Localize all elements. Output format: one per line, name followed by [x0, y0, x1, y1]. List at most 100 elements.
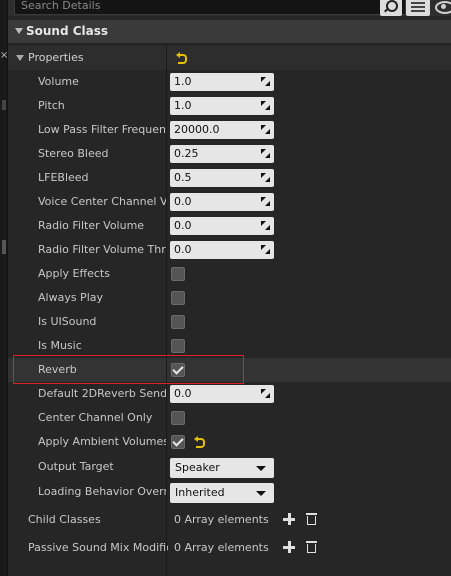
array-count: 0 Array elements: [174, 541, 269, 554]
property-row-low-pass-filter-frequency: Low Pass Filter Frequency 20000.0: [8, 118, 451, 142]
drag-handle-icon[interactable]: [261, 245, 270, 254]
drag-handle-icon[interactable]: [261, 77, 270, 86]
category-header-sound-class[interactable]: Sound Class: [8, 20, 451, 44]
property-name: Center Channel Only: [38, 411, 153, 424]
add-element-icon[interactable]: [283, 513, 295, 525]
drag-handle-icon[interactable]: [261, 101, 270, 110]
drag-handle-icon[interactable]: [261, 149, 270, 158]
property-name: Child Classes: [28, 513, 101, 526]
numeric-value: 0.0: [174, 387, 192, 400]
checkbox[interactable]: [171, 291, 185, 305]
property-name: Loading Behavior Override: [38, 485, 166, 498]
property-row-lfebleed: LFEBleed 0.5: [8, 166, 451, 190]
property-name: Stereo Bleed: [38, 147, 109, 160]
left-panel-edge: ×: [0, 0, 8, 576]
property-name: Is UISound: [38, 315, 97, 328]
drag-handle-icon[interactable]: [261, 173, 270, 182]
property-name: Always Play: [38, 291, 103, 304]
property-name: Is Music: [38, 339, 82, 352]
numeric-value: 0.0: [174, 219, 192, 232]
add-element-icon[interactable]: [283, 541, 295, 553]
numeric-field[interactable]: 0.0: [170, 193, 274, 211]
property-row-is-uisound: Is UISound: [8, 310, 451, 334]
dropdown[interactable]: Inherited: [170, 483, 274, 503]
property-row-radio-filter-volume-threshold: Radio Filter Volume Threshold 0.0: [8, 238, 451, 262]
property-name: Voice Center Channel Volume: [38, 195, 166, 208]
numeric-value: 0.0: [174, 195, 192, 208]
view-options-icon[interactable]: [406, 0, 430, 16]
property-row-loading-behavior-override: Loading Behavior Override Inherited: [8, 480, 451, 504]
property-row-apply-effects: Apply Effects: [8, 262, 451, 286]
drag-handle-icon[interactable]: [261, 221, 270, 230]
numeric-value: 0.5: [174, 171, 192, 184]
details-toolbar: Search Details: [8, 0, 451, 16]
property-name: Volume: [38, 75, 79, 88]
property-row-default-2dreverb-send-amount: Default 2DReverb Send Amount 0.0: [8, 382, 451, 406]
property-row-output-target: Output Target Speaker: [8, 455, 451, 479]
collapse-arrow-icon[interactable]: [15, 28, 23, 34]
left-edge-marker: [2, 100, 6, 110]
checkbox[interactable]: [171, 339, 185, 353]
array-count: 0 Array elements: [174, 513, 269, 526]
properties-group-label: Properties: [28, 51, 84, 64]
property-name: Pitch: [38, 99, 65, 112]
property-name: LFEBleed: [38, 171, 89, 184]
property-name: Default 2DReverb Send Amount: [38, 387, 166, 400]
numeric-value: 1.0: [174, 99, 192, 112]
expand-arrow-icon[interactable]: [16, 55, 24, 61]
checkbox[interactable]: [171, 267, 185, 281]
checkbox[interactable]: [171, 315, 185, 329]
property-name: Apply Ambient Volumes: [38, 435, 166, 448]
dropdown-value: Speaker: [175, 461, 220, 474]
numeric-field[interactable]: 0.25: [170, 145, 274, 163]
reset-to-default-icon[interactable]: [176, 52, 188, 64]
property-row-volume: Volume 1.0: [8, 70, 451, 94]
eye-icon[interactable]: [434, 0, 451, 16]
property-row-stereo-bleed: Stereo Bleed 0.25: [8, 142, 451, 166]
property-row-voice-center-channel-volume: Voice Center Channel Volume 0.0: [8, 190, 451, 214]
dropdown-value: Inherited: [175, 486, 225, 499]
chevron-down-icon: [256, 466, 266, 471]
numeric-field[interactable]: 1.0: [170, 97, 274, 115]
search-placeholder: Search Details: [21, 0, 101, 12]
property-name: Passive Sound Mix Modifiers: [28, 541, 168, 554]
dropdown[interactable]: Speaker: [170, 458, 274, 478]
child-classes-row: Child Classes 0 Array elements: [8, 508, 451, 532]
properties-group-row[interactable]: Properties: [8, 46, 451, 70]
numeric-field[interactable]: 0.0: [170, 217, 274, 235]
drag-handle-icon[interactable]: [261, 197, 270, 206]
numeric-value: 0.25: [174, 147, 199, 160]
numeric-field[interactable]: 0.5: [170, 169, 274, 187]
trash-icon[interactable]: [306, 512, 317, 525]
property-row-center-channel-only: Center Channel Only: [8, 406, 451, 430]
left-edge-marker: [2, 240, 6, 254]
property-name: Radio Filter Volume Threshold: [38, 243, 166, 256]
drag-handle-icon[interactable]: [261, 125, 270, 134]
search-icon[interactable]: [380, 0, 402, 16]
checkbox[interactable]: [171, 435, 185, 449]
property-row-pitch: Pitch 1.0: [8, 94, 451, 118]
property-row-always-play: Always Play: [8, 286, 451, 310]
search-input[interactable]: Search Details: [14, 0, 406, 15]
reverb-highlight-box: [13, 355, 244, 384]
category-title: Sound Class: [26, 24, 109, 38]
property-name: Output Target: [38, 460, 114, 473]
property-name: Apply Effects: [38, 267, 110, 280]
property-name: Radio Filter Volume: [38, 219, 145, 232]
column-divider[interactable]: [166, 44, 167, 576]
trash-icon[interactable]: [306, 540, 317, 553]
passive-sound-mix-modifiers-row: Passive Sound Mix Modifiers 0 Array elem…: [8, 536, 451, 560]
numeric-field[interactable]: 0.0: [170, 241, 274, 259]
property-name: Low Pass Filter Frequency: [38, 123, 166, 136]
numeric-field[interactable]: 0.0: [170, 385, 274, 403]
numeric-value: 0.0: [174, 243, 192, 256]
drag-handle-icon[interactable]: [261, 389, 270, 398]
numeric-value: 1.0: [174, 75, 192, 88]
reset-to-default-icon[interactable]: [194, 436, 206, 448]
property-row-apply-ambient-volumes: Apply Ambient Volumes: [8, 430, 451, 454]
numeric-field[interactable]: 1.0: [170, 73, 274, 91]
numeric-value: 20000.0: [174, 123, 220, 136]
numeric-field[interactable]: 20000.0: [170, 121, 274, 139]
property-row-radio-filter-volume: Radio Filter Volume 0.0: [8, 214, 451, 238]
checkbox[interactable]: [171, 411, 185, 425]
